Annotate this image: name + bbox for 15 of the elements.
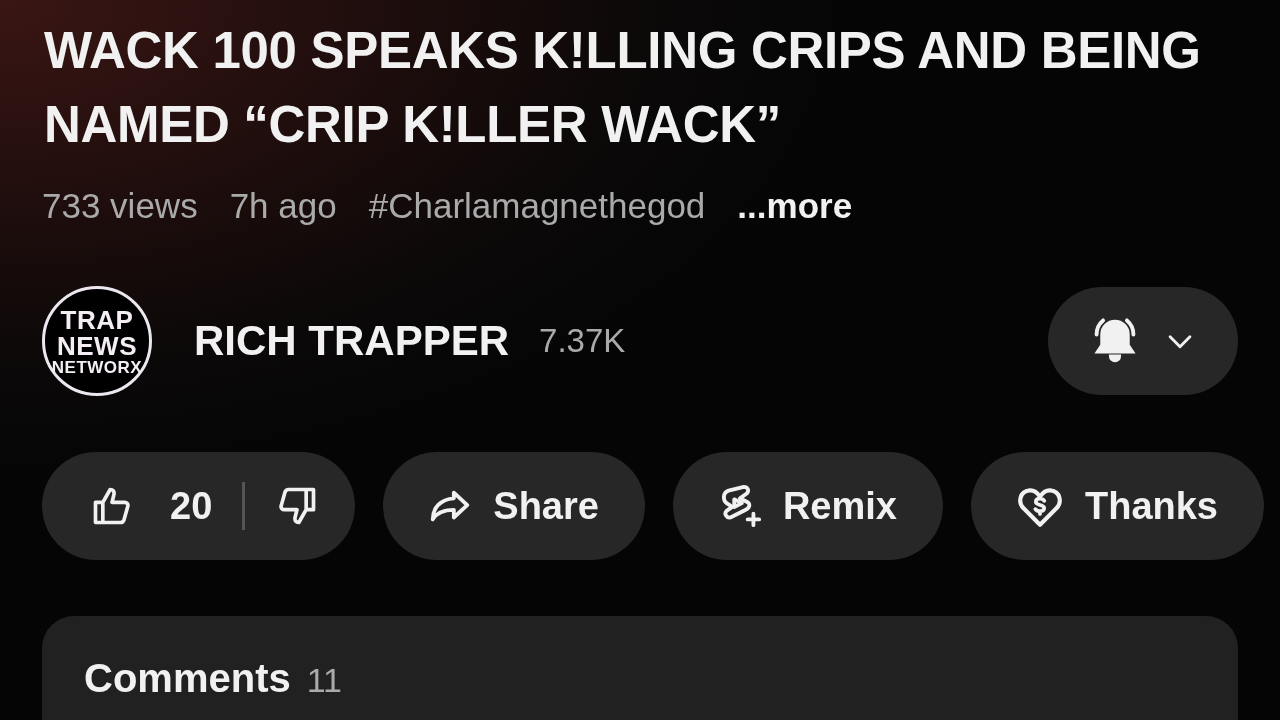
- more-link[interactable]: ...more: [737, 186, 853, 226]
- share-button[interactable]: Share: [383, 452, 645, 560]
- video-title: WACK 100 SPEAKS K!LLING CRIPS AND BEING NAMED “CRIP K!LLER WACK”: [44, 21, 1202, 155]
- upload-age: 7h ago: [229, 186, 337, 226]
- comments-panel[interactable]: Comments 11: [42, 616, 1238, 720]
- channel-avatar[interactable]: TRAP NEWS NETWORX: [42, 286, 152, 396]
- remix-button[interactable]: Remix: [672, 452, 943, 560]
- comment-count: 11: [306, 661, 342, 700]
- subscriber-count: 7.37K: [539, 322, 627, 360]
- hashtag-link[interactable]: #Charlamagnethegod: [368, 186, 706, 226]
- thanks-button[interactable]: Thanks: [970, 452, 1264, 560]
- like-button[interactable]: 20: [90, 484, 213, 528]
- comments-heading: Comments: [84, 656, 291, 701]
- view-count: 733 views: [42, 186, 198, 226]
- channel-name[interactable]: RICH TRAPPER: [194, 317, 510, 365]
